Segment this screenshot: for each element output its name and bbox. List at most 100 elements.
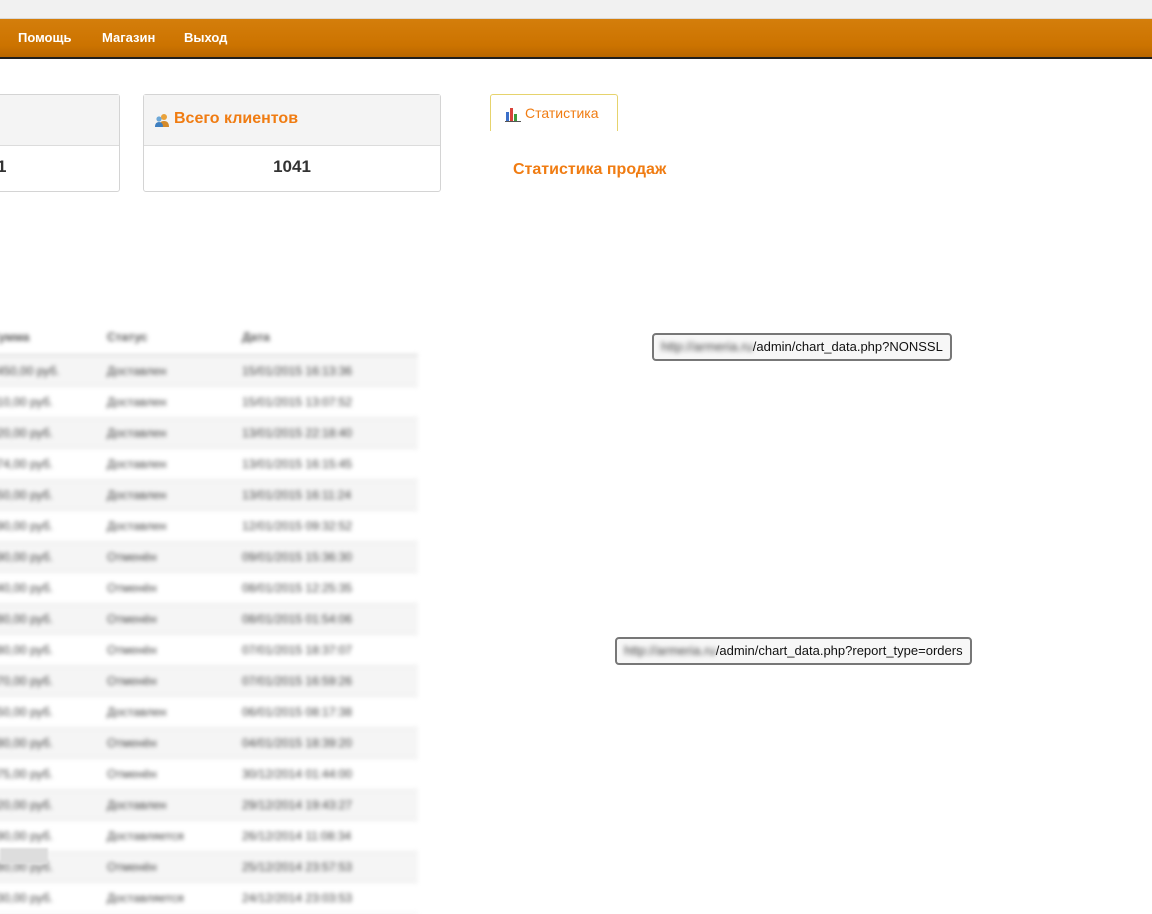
order-date: 09/01/2015 15:36:30 xyxy=(241,541,418,573)
horizontal-scrollbar[interactable] xyxy=(0,848,48,864)
recent-orders-table: Сумма Статус Дата 1450,00 руб. Доставлен… xyxy=(0,320,420,914)
table-row[interactable]: 380,00 руб. Отменён 04/01/2015 18:39:20 xyxy=(0,727,418,759)
order-amount: 380,00 руб. xyxy=(0,603,106,635)
bar-chart-icon xyxy=(505,108,521,122)
order-date: 26/12/2014 11:08:34 xyxy=(241,820,418,852)
order-amount: 1450,00 руб. xyxy=(0,355,106,387)
total-clients-title: Всего клиентов xyxy=(174,110,299,127)
order-date: 13/01/2015 22:18:40 xyxy=(241,417,418,449)
orders-col-date: Дата xyxy=(241,320,418,356)
order-amount: 550,00 руб. xyxy=(0,479,106,511)
chart-data-url-host: http://armeria.ru xyxy=(661,339,753,354)
order-date: 13/01/2015 16:11:24 xyxy=(241,479,418,511)
order-amount: 570,00 руб. xyxy=(0,665,106,697)
table-row[interactable]: 550,00 руб. Доставлен 06/01/2015 08:17:3… xyxy=(0,696,418,728)
total-clients-panel-header: Всего клиентов xyxy=(144,95,440,146)
table-row[interactable]: 520,00 руб. Доставлен 29/12/2014 19:43:2… xyxy=(0,789,418,821)
chart-data-url-path: /admin/chart_data.php?NONSSL xyxy=(752,339,943,354)
order-date: 07/01/2015 16:59:26 xyxy=(241,665,418,697)
table-row[interactable]: 374,00 руб. Доставлен 13/01/2015 16:15:4… xyxy=(0,448,418,480)
order-amount: 520,00 руб. xyxy=(0,417,106,449)
order-date: 25/12/2014 23:57:53 xyxy=(241,851,418,883)
order-amount: 375,00 руб. xyxy=(0,758,106,790)
table-row[interactable]: 510,00 руб. Доставлен 15/01/2015 13:07:5… xyxy=(0,386,418,418)
table-row[interactable]: 550,00 руб. Доставлен 13/01/2015 16:11:2… xyxy=(0,479,418,511)
tab-statistics[interactable]: Статистика xyxy=(490,94,618,131)
table-row[interactable]: 340,00 руб. Отменён 08/01/2015 12:25:35 xyxy=(0,572,418,604)
table-row[interactable]: 330,00 руб. Доставляется 24/12/2014 23:0… xyxy=(0,882,418,914)
order-status: Доставлен xyxy=(106,448,241,480)
order-status: Доставлен xyxy=(106,417,241,449)
order-date: 07/01/2015 18:37:07 xyxy=(241,634,418,666)
orders-chart-url-path: /admin/chart_data.php?report_type=orders xyxy=(715,643,963,658)
total-clients-value: 1041 xyxy=(273,157,311,176)
orders-chart-url-tooltip: http://armeria.ru/admin/chart_data.php?r… xyxy=(615,637,972,665)
order-amount: 520,00 руб. xyxy=(0,789,106,821)
browser-top-strip xyxy=(0,0,1152,19)
order-status: Отменён xyxy=(106,634,241,666)
order-status: Доставлен xyxy=(106,386,241,418)
order-date: 08/01/2015 01:54:06 xyxy=(241,603,418,635)
order-date: 15/01/2015 13:07:52 xyxy=(241,386,418,418)
table-row[interactable]: 570,00 руб. Отменён 07/01/2015 16:59:26 xyxy=(0,665,418,697)
order-status: Отменён xyxy=(106,665,241,697)
order-status: Доставлен xyxy=(106,479,241,511)
order-amount: 340,00 руб. xyxy=(0,572,106,604)
table-row[interactable]: 520,00 руб. Доставлен 13/01/2015 22:18:4… xyxy=(0,417,418,449)
order-status: Отменён xyxy=(106,727,241,759)
order-status: Отменён xyxy=(106,758,241,790)
summary-panel-value: 1 xyxy=(0,157,7,176)
order-status: Доставлен xyxy=(106,789,241,821)
order-status: Доставлен xyxy=(106,696,241,728)
order-status: Доставлен xyxy=(106,510,241,542)
orders-table-header-row: Сумма Статус Дата xyxy=(0,320,418,356)
table-row[interactable]: 590,00 руб. Отменён 09/01/2015 15:36:30 xyxy=(0,541,418,573)
order-date: 24/12/2014 23:03:53 xyxy=(241,882,418,914)
order-amount: 510,00 руб. xyxy=(0,386,106,418)
table-row[interactable]: 380,00 руб. Отменён 07/01/2015 18:37:07 xyxy=(0,634,418,666)
order-amount: 550,00 руб. xyxy=(0,696,106,728)
table-row[interactable]: 375,00 руб. Отменён 30/12/2014 01:44:00 xyxy=(0,758,418,790)
table-row[interactable]: 1450,00 руб. Доставлен 15/01/2015 16:13:… xyxy=(0,355,418,387)
table-row[interactable]: 490,00 руб. Доставляется 26/12/2014 11:0… xyxy=(0,820,418,852)
nav-shop-link[interactable]: Магазин xyxy=(102,30,155,45)
order-amount: 374,00 руб. xyxy=(0,448,106,480)
order-status: Доставляется xyxy=(106,820,241,852)
order-date: 12/01/2015 09:32:52 xyxy=(241,510,418,542)
order-date: 30/12/2014 01:44:00 xyxy=(241,758,418,790)
sales-statistics-title: Статистика продаж xyxy=(513,161,667,178)
order-status: Отменён xyxy=(106,541,241,573)
top-navigation-bar: Помощь Магазин Выход xyxy=(0,19,1152,59)
order-amount: 330,00 руб. xyxy=(0,882,106,914)
order-status: Отменён xyxy=(106,603,241,635)
total-clients-panel: Всего клиентов 1041 xyxy=(143,94,441,192)
tab-statistics-label: Статистика xyxy=(525,105,599,121)
order-date: 29/12/2014 19:43:27 xyxy=(241,789,418,821)
orders-chart-url-host: http://armeria.ru xyxy=(624,643,716,658)
table-row[interactable]: 380,00 руб. Отменён 08/01/2015 01:54:06 xyxy=(0,603,418,635)
users-icon xyxy=(155,114,169,127)
order-date: 13/01/2015 16:15:45 xyxy=(241,448,418,480)
order-status: Отменён xyxy=(106,572,241,604)
order-status: Доставлен xyxy=(106,355,241,387)
order-status: Доставляется xyxy=(106,882,241,914)
order-amount: 490,00 руб. xyxy=(0,820,106,852)
order-amount: 380,00 руб. xyxy=(0,634,106,666)
nav-logout-link[interactable]: Выход xyxy=(184,30,227,45)
order-status: Отменён xyxy=(106,851,241,883)
nav-help-link[interactable]: Помощь xyxy=(18,30,71,45)
order-amount: 590,00 руб. xyxy=(0,541,106,573)
order-amount: 380,00 руб. xyxy=(0,727,106,759)
order-date: 06/01/2015 08:17:38 xyxy=(241,696,418,728)
summary-panel-partial: 1 xyxy=(0,94,120,192)
chart-data-url-tooltip: http://armeria.ru/admin/chart_data.php?N… xyxy=(652,333,952,361)
order-date: 15/01/2015 16:13:36 xyxy=(241,355,418,387)
order-date: 04/01/2015 18:39:20 xyxy=(241,727,418,759)
order-date: 08/01/2015 12:25:35 xyxy=(241,572,418,604)
table-row[interactable]: 380,00 руб. Отменён 25/12/2014 23:57:53 xyxy=(0,851,418,883)
orders-col-amount: Сумма xyxy=(0,320,106,356)
table-row[interactable]: 690,00 руб. Доставлен 12/01/2015 09:32:5… xyxy=(0,510,418,542)
orders-col-status: Статус xyxy=(106,320,241,356)
summary-panel-header xyxy=(0,95,119,146)
order-amount: 690,00 руб. xyxy=(0,510,106,542)
